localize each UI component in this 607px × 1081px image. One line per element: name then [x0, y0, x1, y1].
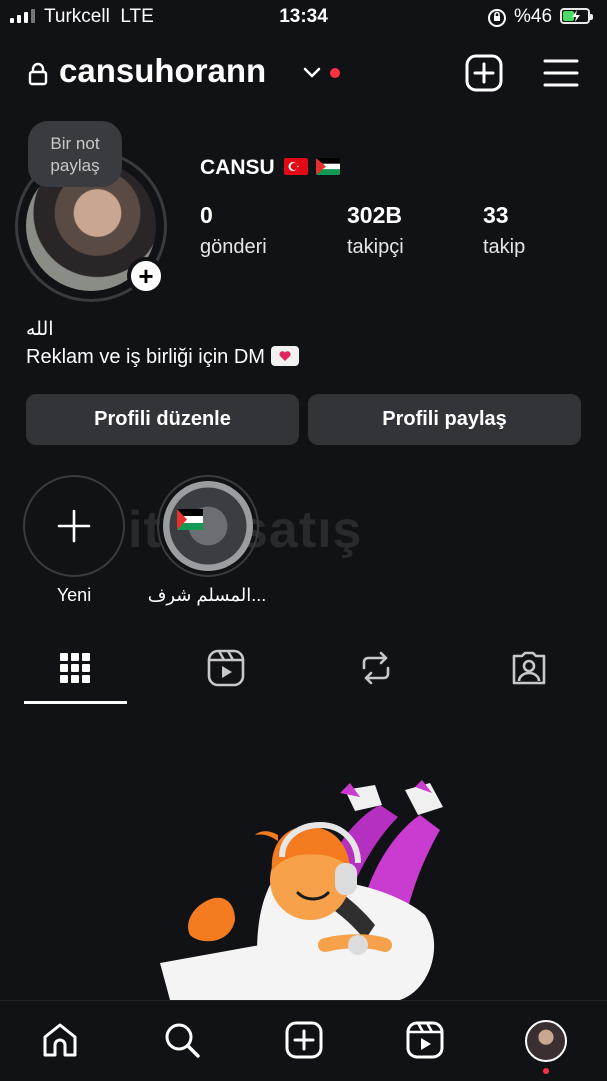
username[interactable]: cansuhorann: [59, 52, 266, 90]
home-icon[interactable]: [40, 1020, 80, 1060]
search-icon[interactable]: [162, 1020, 202, 1060]
bio-line-1: الله: [26, 319, 54, 340]
new-highlight-button[interactable]: [23, 475, 125, 577]
rotation-lock-icon: [487, 8, 507, 34]
note-line-1: Bir not: [50, 134, 100, 153]
lock-icon: [28, 62, 48, 91]
followers-count[interactable]: 302B: [347, 202, 402, 229]
edit-profile-button[interactable]: Profili düzenle: [26, 394, 299, 445]
following-count[interactable]: 33: [483, 202, 509, 229]
reels-nav-icon[interactable]: [405, 1020, 445, 1060]
flags: [284, 158, 340, 175]
battery-percent: %46: [514, 6, 553, 27]
reposts-icon[interactable]: [356, 648, 396, 688]
empty-state-illustration: [160, 775, 460, 1000]
add-story-plus-icon[interactable]: +: [127, 257, 165, 295]
posts-label[interactable]: gönderi: [200, 236, 267, 259]
notification-dot-nav: [543, 1068, 549, 1074]
grid-icon[interactable]: [55, 648, 95, 688]
highlight-label-new: Yeni: [56, 585, 92, 605]
reels-icon[interactable]: [206, 648, 246, 688]
menu-icon[interactable]: [542, 56, 580, 90]
notification-dot: [330, 68, 340, 78]
status-bar: Turkcell LTE 13:34 %46: [0, 0, 607, 34]
create-icon[interactable]: [284, 1020, 324, 1060]
following-label[interactable]: takip: [483, 236, 525, 259]
bio-text: Reklam ve iş birliği için DM: [26, 346, 265, 368]
new-post-icon[interactable]: [465, 54, 503, 92]
highlight-cover-image[interactable]: [163, 481, 253, 571]
plus-icon: [57, 509, 91, 543]
bio-line-2: Reklam ve iş birliği için DM: [26, 346, 299, 369]
share-profile-button[interactable]: Profili paylaş: [308, 394, 581, 445]
love-letter-icon: [270, 346, 299, 366]
battery-charging-icon: [560, 8, 593, 24]
display-name: CANSU: [200, 156, 275, 179]
turkey-flag: [284, 158, 308, 175]
tagged-icon[interactable]: [509, 648, 549, 688]
note-bubble[interactable]: Bir not paylaş: [28, 121, 122, 187]
palestine-flag: [316, 158, 340, 175]
profile-avatar-nav[interactable]: [525, 1020, 567, 1062]
followers-label[interactable]: takipçi: [347, 236, 404, 259]
active-tab-indicator: [24, 701, 127, 704]
chevron-down-icon[interactable]: [302, 66, 322, 85]
highlight-label: المسلم شرف...: [147, 585, 267, 605]
note-line-2: paylaş: [50, 156, 100, 175]
posts-count[interactable]: 0: [200, 202, 213, 229]
